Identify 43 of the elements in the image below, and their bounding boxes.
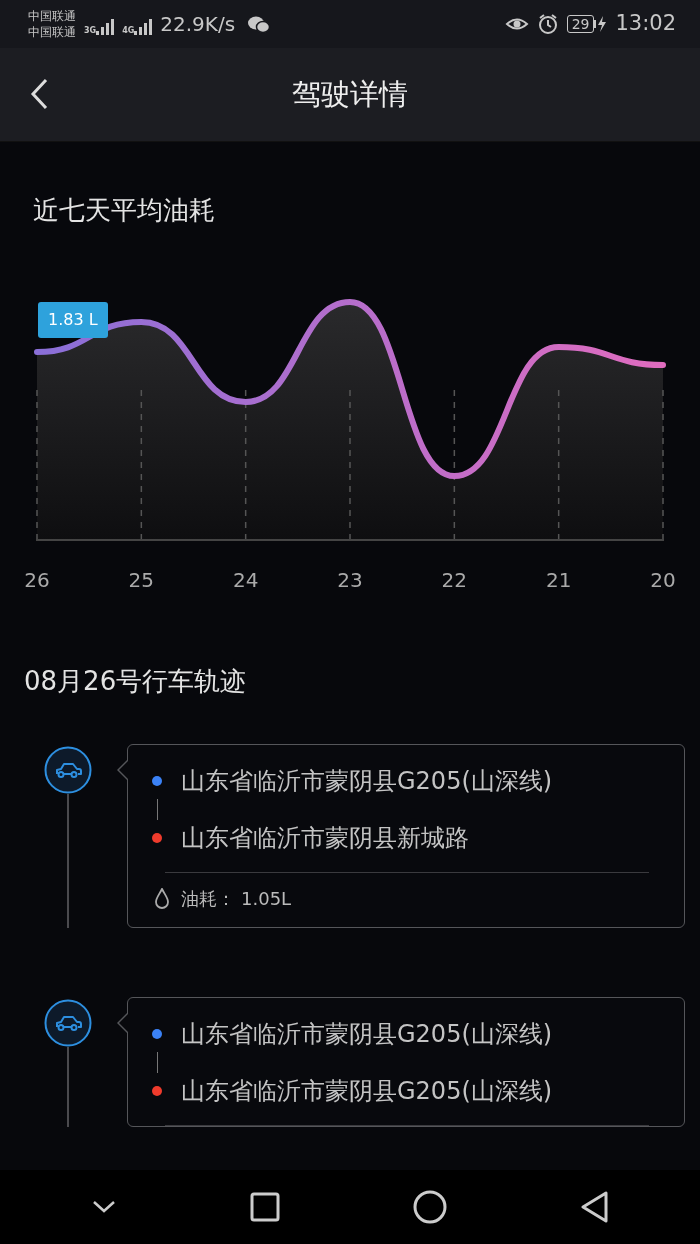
nav-button[interactable]	[412, 1190, 447, 1224]
network-speed: 22.9K/s	[160, 11, 236, 38]
start-address: 山东省临沂市蒙阴县G205(山深线)	[181, 766, 553, 797]
recent-apps-icon	[249, 1192, 280, 1222]
network-type: 3G	[84, 26, 97, 35]
end-dot	[152, 1086, 162, 1096]
axis-label: 24	[231, 568, 260, 592]
signal-icon	[134, 16, 153, 35]
axis-label: 23	[336, 568, 364, 592]
signal-icon	[96, 16, 115, 35]
fuel-label: 油耗：	[181, 887, 235, 911]
car-icon	[44, 999, 92, 1047]
axis-label: 26	[23, 568, 51, 592]
section-title: 08月26号行车轨迹	[23, 665, 248, 698]
start-address: 山东省临沂市蒙阴县G205(山深线)	[181, 1019, 553, 1050]
drop-icon	[154, 888, 170, 910]
back-icon	[579, 1191, 610, 1223]
network-type: 4G	[122, 26, 135, 35]
fuel-value: 1.05L	[241, 887, 292, 911]
end-address: 山东省临沂市蒙阴县G205(山深线)	[181, 1076, 553, 1107]
end-address: 山东省临沂市蒙阴县新城路	[181, 823, 469, 854]
nav-button[interactable]	[579, 1191, 610, 1223]
start-dot	[152, 1029, 162, 1039]
axis-label: 20	[649, 568, 677, 592]
back-button[interactable]	[30, 78, 50, 110]
chat-icon	[247, 14, 272, 34]
chart-title: 近七天平均油耗	[33, 194, 216, 226]
alarm-icon	[536, 13, 559, 35]
carrier-name: 中国联通	[28, 24, 76, 40]
home-icon	[412, 1190, 447, 1224]
axis-label: 22	[440, 568, 469, 592]
value-tooltip: 1.83 L	[38, 302, 108, 338]
back-icon	[30, 78, 50, 110]
nav-button[interactable]	[249, 1192, 280, 1222]
axis-label: 21	[544, 568, 573, 592]
axis-label: 25	[127, 568, 156, 592]
clock: 13:02	[615, 10, 676, 38]
carrier-name: 中国联通	[28, 8, 76, 24]
start-dot	[152, 776, 162, 786]
car-icon	[44, 746, 92, 794]
page-title: 驾驶详情	[292, 75, 408, 113]
charging-icon	[594, 16, 608, 32]
end-dot	[152, 833, 162, 843]
